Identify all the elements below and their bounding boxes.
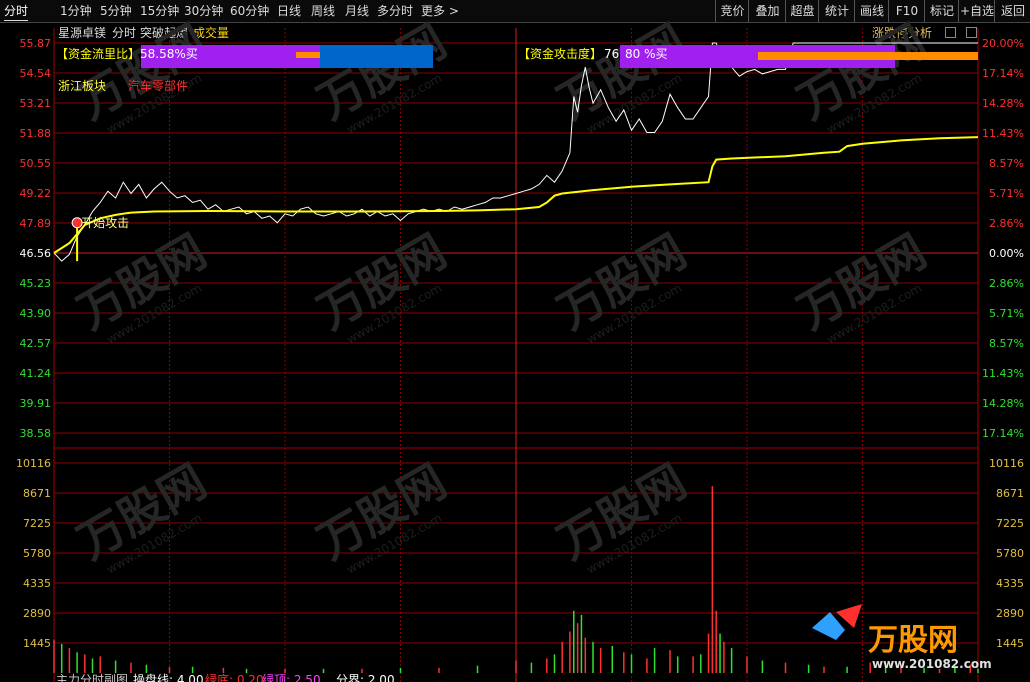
fund-flow-box-blue [320,45,433,68]
fund-attack-value: 76 [604,47,619,61]
volume-tick-label: 8671 [23,487,51,500]
brand-logo: 万股网 [868,623,958,658]
intraday-chart: 55.87 54.54 53.21 51.88 50.55 49.22 47.89 46.56… [16,14,1024,682]
volume-tick-label-right: 4335 [996,577,1024,590]
pct-tick-label: 20.00% [982,37,1024,50]
price-tick-label: 39.91 [20,397,52,410]
volume-tick-label-right: 8671 [996,487,1024,500]
signal-label: 开始攻击 [81,216,129,230]
fund-attack-label: 【资金攻击度】 [518,46,602,61]
pct-tick-label: 2.86% [989,217,1024,230]
pct-tick-label: 17.14% [982,67,1024,80]
price-tick-label: 43.90 [20,307,52,320]
pct-tick-label: 5.71% [989,187,1024,200]
fund-flow-marker [296,52,320,58]
fund-attack-value2: 80 %买 [625,47,668,61]
volume-tick-label: 1445 [23,637,51,650]
pct-tick-label: 14.28% [982,97,1024,110]
price-tick-label: 41.24 [20,367,52,380]
volume-tick-label-right: 7225 [996,517,1024,530]
pct-tick-label: 5.71% [989,307,1024,320]
bottom-indicator-line2: 绿底: 0.20 [205,672,264,682]
volume-tick-label: 5780 [23,547,51,560]
pct-tick-label: 8.57% [989,157,1024,170]
volume-tick-label: 2890 [23,607,51,620]
pct-tick-label: 11.43% [982,367,1024,380]
price-tick-label: 49.22 [20,187,52,200]
price-tick-label: 55.87 [20,37,52,50]
fund-flow-value: 58.58%买 [140,47,198,61]
price-tick-label: 38.58 [20,427,52,440]
pct-tick-label: 11.43% [982,127,1024,140]
price-tick-label: 46.56 [20,247,52,260]
price-tick-label: 50.55 [20,157,52,170]
industry-label: 汽车零部件 [128,78,188,93]
price-tick-label: 53.21 [20,97,52,110]
price-tick-label: 54.54 [20,67,52,80]
volume-tick-label-right: 1445 [996,637,1024,650]
price-tick-label: 47.89 [20,217,52,230]
volume-tick-label-right: 5780 [996,547,1024,560]
sector-label: 浙江板块 [58,79,106,93]
pct-tick-label: 17.14% [982,427,1024,440]
fund-attack-bar [758,52,978,60]
price-tick-label: 51.88 [20,127,52,140]
bottom-indicator-line3: 绿顶: 2.50 [262,672,321,682]
fund-flow-label: 【资金流里比】 [56,46,140,61]
pct-tick-label: 0.00% [989,247,1024,260]
pct-tick-label: 2.86% [989,277,1024,290]
bottom-indicator-line4: 分界: 2.00 [336,673,395,682]
brand-site: www.201082.com [872,657,992,671]
volume-tick-label-right: 10116 [989,457,1024,470]
bottom-indicator-title: 主力分时副图 [56,673,128,682]
price-tick-label: 45.23 [20,277,52,290]
volume-tick-label: 4335 [23,577,51,590]
volume-tick-label: 7225 [23,517,51,530]
bottom-indicator-line1: 操盘线: 4.00 [133,672,204,682]
volume-tick-label: 10116 [16,457,51,470]
volume-tick-label-right: 2890 [996,607,1024,620]
pct-tick-label: 8.57% [989,337,1024,350]
price-tick-label: 42.57 [20,337,52,350]
pct-tick-label: 14.28% [982,397,1024,410]
brand-logo-icon [812,612,845,640]
